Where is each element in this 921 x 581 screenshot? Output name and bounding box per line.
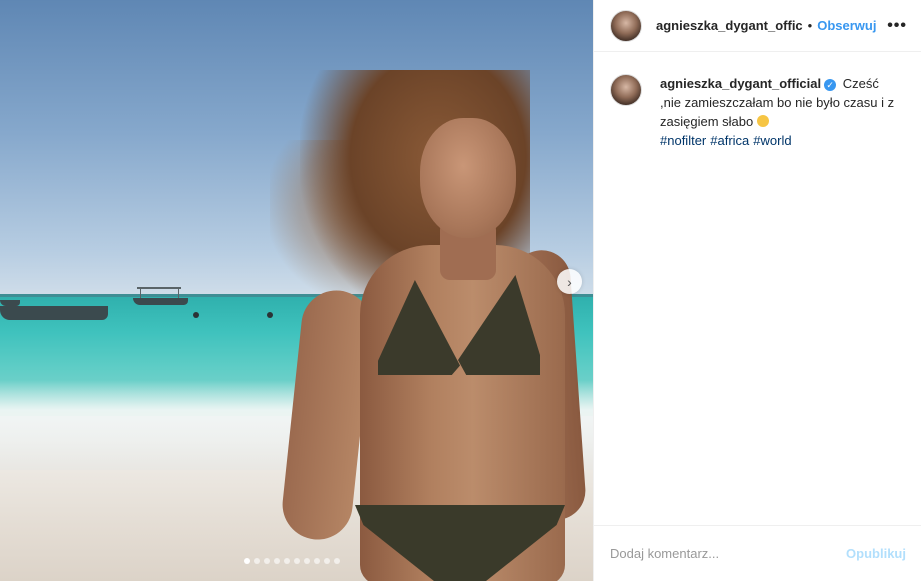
carousel-dot [284,558,290,564]
carousel-dot [314,558,320,564]
header-separator: • [807,18,813,33]
hashtag-link[interactable]: #world [753,133,791,148]
boat-left-small [0,300,20,306]
verified-badge-icon: ✓ [824,79,837,91]
carousel-dot [294,558,300,564]
post-comment-button[interactable]: Opublikuj [846,546,906,561]
avatar[interactable] [610,9,642,42]
boat-center [133,298,188,305]
carousel-dot [334,558,340,564]
comment-bar: Opublikuj [594,525,921,581]
carousel-dot [324,558,330,564]
post-modal: › agnieszka_dygant_offic • Obserwuj ••• … [0,0,921,581]
boat-canopy [137,287,181,289]
comment-input[interactable] [610,546,847,561]
carousel-dot [304,558,310,564]
carousel-dot [244,558,250,564]
post-sidebar: agnieszka_dygant_offic • Obserwuj ••• ag… [593,0,921,581]
carousel-dot [254,558,260,564]
hashtag-link[interactable]: #africa [710,133,749,148]
boat-left [0,306,108,320]
caption: agnieszka_dygant_official ✓ Cześć ,nie za… [594,52,921,150]
swimmer [267,312,273,318]
boat-pole [178,288,179,298]
post-photo[interactable]: › [0,0,593,581]
more-options-icon[interactable]: ••• [887,17,907,35]
header-username-link[interactable]: agnieszka_dygant_offic [656,18,803,33]
hashtag-link[interactable]: #nofilter [660,133,706,148]
caption-avatar[interactable] [610,74,642,106]
caption-username-link[interactable]: agnieszka_dygant_official [660,76,821,91]
follow-button[interactable]: Obserwuj [817,18,876,33]
chevron-right-icon: › [567,273,572,290]
carousel-next-button[interactable]: › [557,269,582,294]
boat-pole [140,288,141,298]
caption-body: agnieszka_dygant_official ✓ Cześć ,nie za… [660,74,900,150]
carousel-dot [274,558,280,564]
swimmer [193,312,199,318]
person-face [420,118,516,238]
carousel-dots [244,558,340,564]
grinning-face-emoji-icon [756,115,769,127]
post-header: agnieszka_dygant_offic • Obserwuj ••• [594,0,921,52]
carousel-dot [264,558,270,564]
